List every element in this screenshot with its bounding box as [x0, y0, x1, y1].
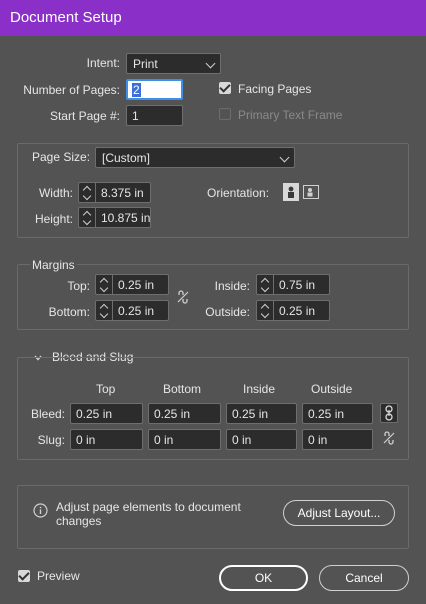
slug-outside-input[interactable]: 0 in — [302, 429, 373, 450]
start-page-input[interactable]: 1 — [126, 105, 183, 126]
margin-outside-label: Outside: — [205, 305, 250, 319]
pages-input[interactable]: 2 — [126, 79, 183, 100]
slug-inside-value: 0 in — [232, 433, 252, 447]
width-label: Width: — [38, 186, 73, 200]
bleed-bottom-input[interactable]: 0.25 in — [148, 403, 221, 424]
pages-label: Number of Pages: — [23, 83, 120, 97]
width-value: 8.375 in — [101, 186, 144, 200]
facing-pages-checkbox[interactable] — [219, 82, 231, 94]
slug-inside-input[interactable]: 0 in — [226, 429, 297, 450]
margin-inside-stepper[interactable]: 0.75 in — [256, 274, 330, 295]
bleed-outside-input[interactable]: 0.25 in — [302, 403, 373, 424]
intent-value: Print — [133, 57, 158, 71]
stepper-arrows-icon[interactable] — [79, 183, 96, 202]
margin-bottom-value: 0.25 in — [118, 304, 155, 318]
info-icon — [33, 503, 48, 518]
page-size-select[interactable]: [Custom] — [95, 147, 295, 168]
bleed-column-inside: Inside — [243, 382, 276, 396]
slug-top-value: 0 in — [76, 433, 96, 447]
stepper-arrows-icon[interactable] — [79, 208, 96, 227]
margin-outside-value: 0.25 in — [279, 304, 316, 318]
chain-link-icon[interactable] — [380, 403, 398, 423]
margin-bottom-stepper[interactable]: 0.25 in — [95, 300, 169, 321]
margin-inside-value: 0.75 in — [279, 278, 316, 292]
bleed-inside-value: 0.25 in — [232, 407, 269, 421]
facing-pages-label: Facing Pages — [238, 82, 312, 96]
margins-legend: Margins — [30, 258, 77, 272]
margin-top-label: Top: — [67, 279, 90, 293]
dialog-title: Document Setup — [10, 9, 122, 26]
landscape-icon[interactable] — [303, 185, 319, 199]
margin-top-stepper[interactable]: 0.25 in — [95, 274, 169, 295]
height-value: 10.875 in — [101, 211, 151, 225]
adjust-layout-info-text: Adjust page elements to document changes — [56, 500, 241, 528]
slug-bottom-value: 0 in — [154, 433, 174, 447]
slug-label: Slug: — [37, 433, 65, 447]
ok-button[interactable]: OK — [219, 565, 308, 591]
orientation-label: Orientation: — [207, 186, 270, 200]
intent-select[interactable]: Print — [126, 53, 221, 74]
bleed-label: Bleed: — [30, 407, 65, 421]
stepper-arrows-icon[interactable] — [96, 275, 113, 294]
start-page-value: 1 — [132, 109, 139, 123]
primary-text-frame-checkbox[interactable] — [219, 108, 231, 120]
slug-top-input[interactable]: 0 in — [70, 429, 143, 450]
start-page-label: Start Page #: — [49, 109, 120, 123]
height-stepper[interactable]: 10.875 in — [78, 207, 151, 228]
portrait-icon[interactable] — [283, 183, 299, 201]
margin-bottom-label: Bottom: — [48, 305, 90, 319]
bleed-column-bottom: Bottom — [163, 382, 202, 396]
page-size-label: Page Size: — [32, 150, 91, 164]
stepper-arrows-icon[interactable] — [257, 301, 274, 320]
preview-label: Preview — [37, 569, 80, 583]
margin-inside-label: Inside: — [214, 279, 250, 293]
bleed-bottom-value: 0.25 in — [154, 407, 191, 421]
width-stepper[interactable]: 8.375 in — [78, 182, 151, 203]
preview-checkbox[interactable] — [18, 570, 30, 582]
chain-link-broken-icon[interactable] — [176, 290, 190, 304]
margin-top-value: 0.25 in — [118, 278, 155, 292]
cancel-button[interactable]: Cancel — [319, 565, 409, 591]
bleed-top-value: 0.25 in — [76, 407, 113, 421]
stepper-arrows-icon[interactable] — [257, 275, 274, 294]
pages-value: 2 — [132, 83, 141, 97]
slug-bottom-input[interactable]: 0 in — [148, 429, 221, 450]
bleed-top-input[interactable]: 0.25 in — [70, 403, 143, 424]
bleed-column-outside: Outside — [311, 382, 353, 396]
chevron-down-icon — [279, 152, 290, 163]
bleed-inside-input[interactable]: 0.25 in — [226, 403, 297, 424]
title-bar[interactable]: Document Setup — [0, 0, 426, 36]
intent-label: Intent: — [86, 56, 120, 70]
height-label: Height: — [34, 212, 73, 226]
chain-link-broken-icon[interactable] — [382, 431, 396, 445]
stepper-arrows-icon[interactable] — [96, 301, 113, 320]
bleed-column-top: Top — [96, 382, 116, 396]
primary-text-frame-label: Primary Text Frame — [238, 108, 343, 122]
bleed-outside-value: 0.25 in — [308, 407, 345, 421]
adjust-layout-button[interactable]: Adjust Layout... — [283, 500, 395, 526]
slug-outside-value: 0 in — [308, 433, 328, 447]
margins-group — [17, 264, 409, 330]
margin-outside-stepper[interactable]: 0.25 in — [256, 300, 330, 321]
chevron-down-icon — [205, 58, 216, 69]
page-size-value: [Custom] — [102, 151, 151, 165]
